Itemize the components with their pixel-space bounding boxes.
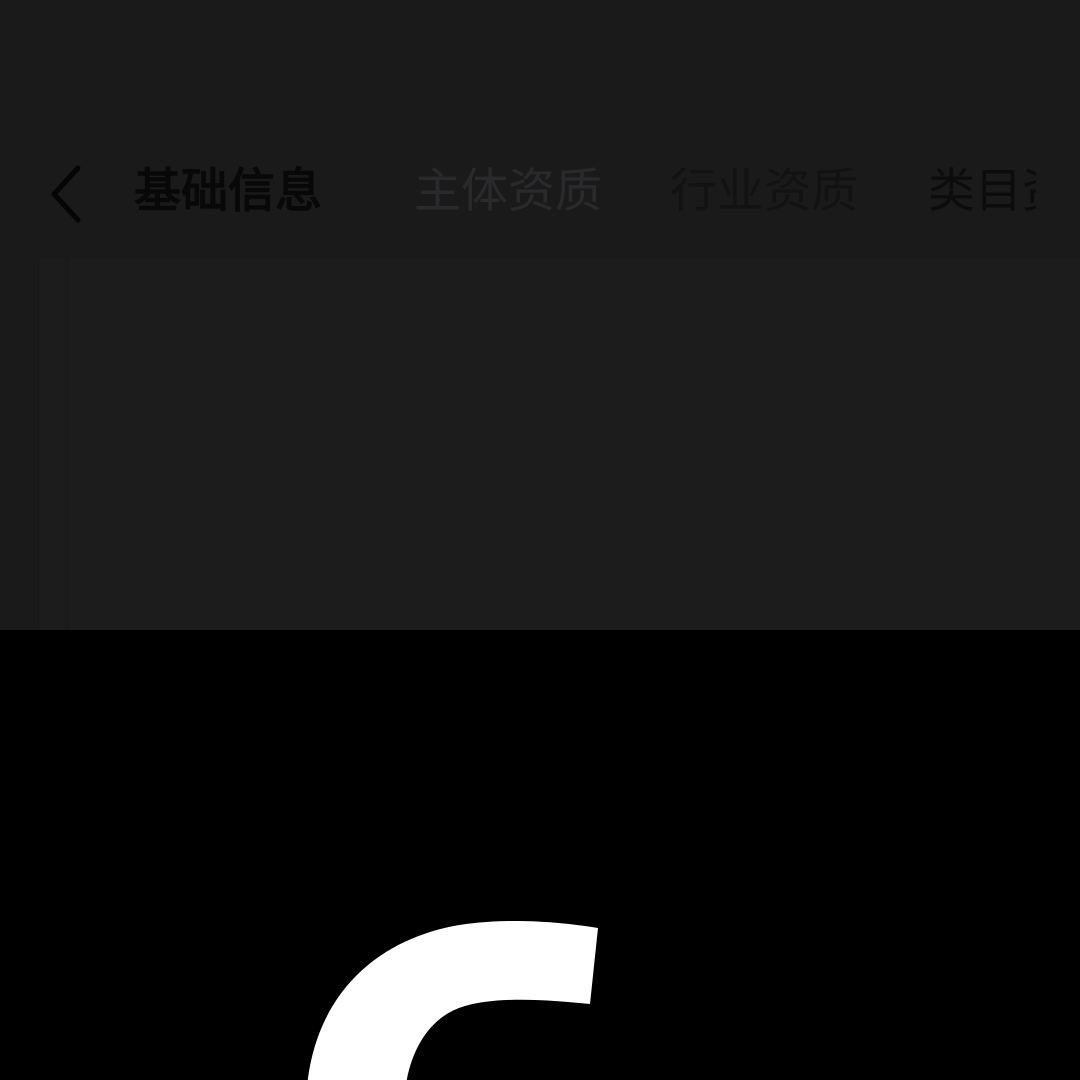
tab-bar: 基础信息 主体资质 行业资质 类目资质	[0, 140, 1080, 250]
app-logo-icon	[300, 920, 620, 1080]
content-panel	[38, 258, 1080, 630]
panel-divider	[65, 258, 69, 630]
tab-category-qualification-clip: 类目资质	[928, 160, 1036, 224]
tab-category-qualification[interactable]: 类目资质	[928, 160, 1036, 224]
tab-basic-info[interactable]: 基础信息	[134, 160, 322, 224]
app-screen: 基础信息 主体资质 行业资质 类目资质	[0, 0, 1080, 1080]
logo-area	[0, 630, 1080, 1080]
tab-entity-qualification[interactable]: 主体资质	[414, 160, 602, 224]
header-overlay-area: 基础信息 主体资质 行业资质 类目资质	[0, 0, 1080, 630]
tab-industry-qualification[interactable]: 行业资质	[670, 160, 858, 224]
chevron-left-icon	[51, 165, 81, 223]
back-button[interactable]	[40, 158, 96, 228]
